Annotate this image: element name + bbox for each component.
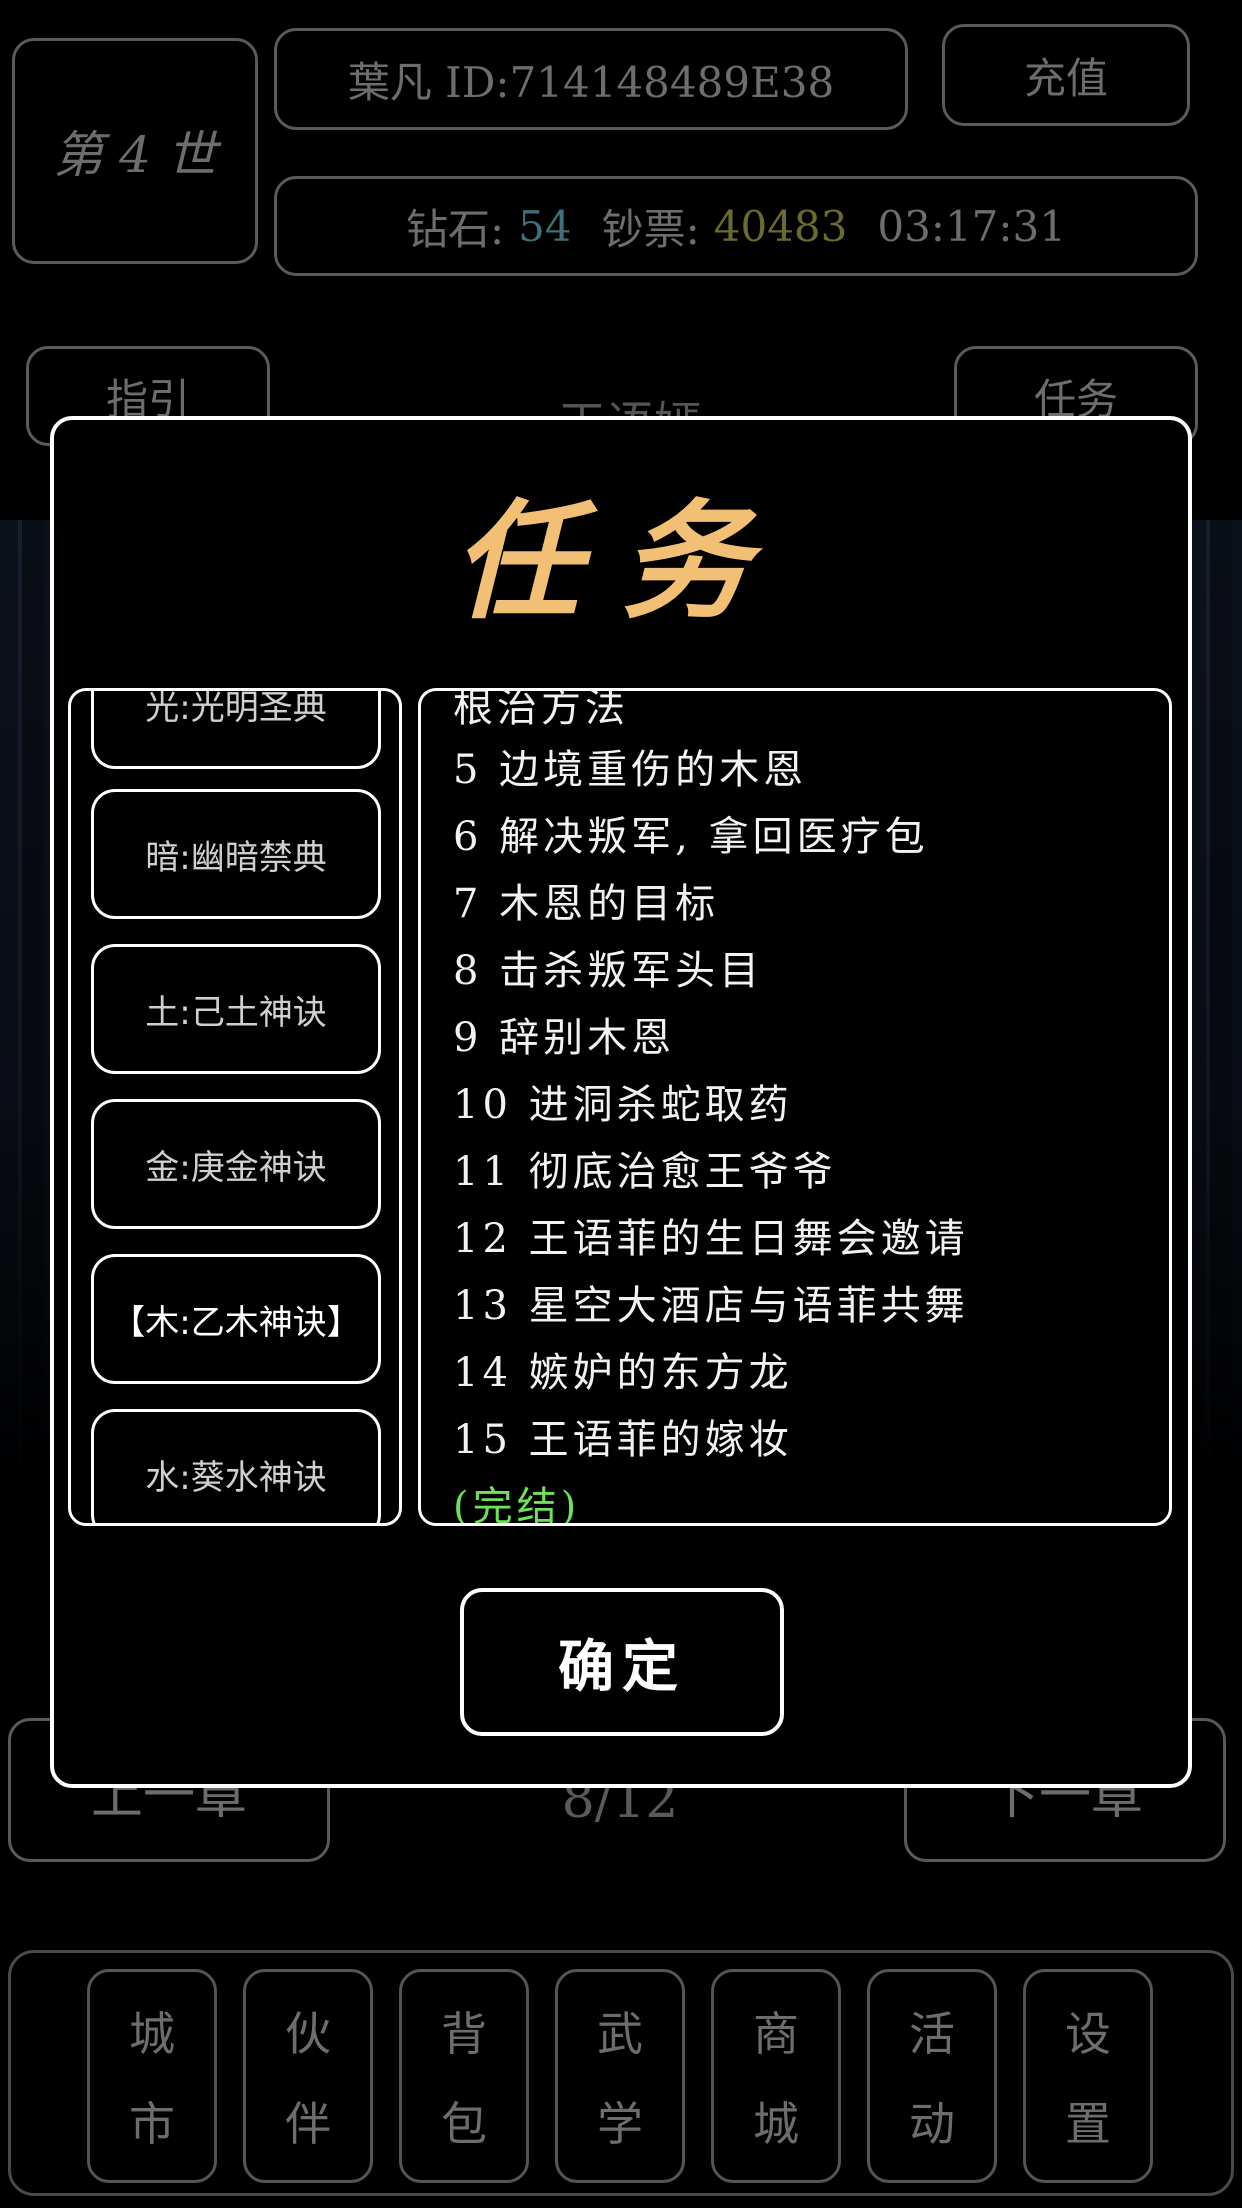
diamond-label: 钻石: [405, 204, 505, 254]
task-dialog: 任务 光:光明圣典 暗:幽暗禁典 土:己土神诀 金:庚金神诀 【木:乙木神诀】 … [50, 416, 1192, 1788]
nav-partner-top: 伙 [285, 2007, 331, 2061]
nav-bag-bottom: 包 [441, 2097, 487, 2151]
nav-bag[interactable]: 背包 [399, 1969, 529, 2183]
nav-shop-top: 商 [753, 2007, 799, 2061]
quest-item: 8 击杀叛军头目 [453, 948, 764, 994]
quest-item: 5 边境重伤的木恩 [453, 747, 808, 793]
generation-badge: 第 4 世 [12, 38, 258, 264]
category-list[interactable]: 光:光明圣典 暗:幽暗禁典 土:己土神诀 金:庚金神诀 【木:乙木神诀】 水:葵… [68, 688, 402, 1526]
nav-martial-bottom: 学 [597, 2097, 643, 2151]
cash-value: 40483 [713, 201, 848, 251]
nav-shop-bottom: 城 [753, 2097, 799, 2151]
category-item-selected[interactable]: 【木:乙木神诀】 [91, 1254, 381, 1384]
category-item[interactable]: 水:葵水神诀 [91, 1409, 381, 1523]
quest-item: 13 星空大酒店与语菲共舞 [453, 1283, 969, 1329]
nav-activity-top: 活 [909, 2007, 955, 2061]
cash-label: 钞票: [601, 204, 700, 254]
quest-item: 11 彻底治愈王爷爷 [453, 1149, 837, 1195]
nav-shop[interactable]: 商城 [711, 1969, 841, 2183]
bottom-nav: 城市 伙伴 背包 武学 商城 活动 设置 [8, 1950, 1234, 2196]
dialog-title: 任务 [452, 486, 789, 637]
nav-city[interactable]: 城市 [87, 1969, 217, 2183]
nav-settings-bottom: 置 [1065, 2097, 1111, 2151]
confirm-button[interactable]: 确定 [460, 1588, 784, 1736]
quest-item: 12 王语菲的生日舞会邀请 [453, 1216, 969, 1262]
category-item[interactable]: 土:己土神诀 [91, 944, 381, 1074]
quest-item: 7 木恩的目标 [453, 881, 720, 927]
currency-bar: 钻石: 54 钞票: 40483 03:17:31 [274, 176, 1198, 276]
nav-settings[interactable]: 设置 [1023, 1969, 1153, 2183]
category-item[interactable]: 暗:幽暗禁典 [91, 789, 381, 919]
nav-settings-top: 设 [1065, 2007, 1111, 2061]
recharge-button[interactable]: 充值 [942, 24, 1190, 126]
nav-city-top: 城 [129, 2007, 175, 2061]
nav-city-bottom: 市 [129, 2097, 175, 2151]
quest-item: 9 辞别木恩 [453, 1015, 676, 1061]
player-id-label: 葉凡 ID:714148489E38 [274, 28, 908, 130]
diamond-value: 54 [518, 201, 572, 251]
nav-partner[interactable]: 伙伴 [243, 1969, 373, 2183]
category-item[interactable]: 光:光明圣典 [91, 691, 381, 769]
quest-item: 6 解决叛军, 拿回医疗包 [453, 814, 929, 860]
nav-martial[interactable]: 武学 [555, 1969, 685, 2183]
quest-complete-label: (完结) [453, 1484, 581, 1526]
clock-time: 03:17:31 [877, 201, 1066, 251]
quest-item: 根治方法 [453, 688, 629, 731]
quest-list[interactable]: 根治方法 5 边境重伤的木恩 6 解决叛军, 拿回医疗包 7 木恩的目标 8 击… [418, 688, 1172, 1526]
nav-partner-bottom: 伴 [285, 2097, 331, 2151]
quest-item: 10 进洞杀蛇取药 [453, 1082, 793, 1128]
quest-item: 14 嫉妒的东方龙 [453, 1350, 793, 1396]
nav-activity[interactable]: 活动 [867, 1969, 997, 2183]
nav-martial-top: 武 [597, 2007, 643, 2061]
nav-bag-top: 背 [441, 2007, 487, 2061]
nav-activity-bottom: 动 [909, 2097, 955, 2151]
quest-item: 15 王语菲的嫁妆 [453, 1417, 793, 1463]
category-item[interactable]: 金:庚金神诀 [91, 1099, 381, 1229]
